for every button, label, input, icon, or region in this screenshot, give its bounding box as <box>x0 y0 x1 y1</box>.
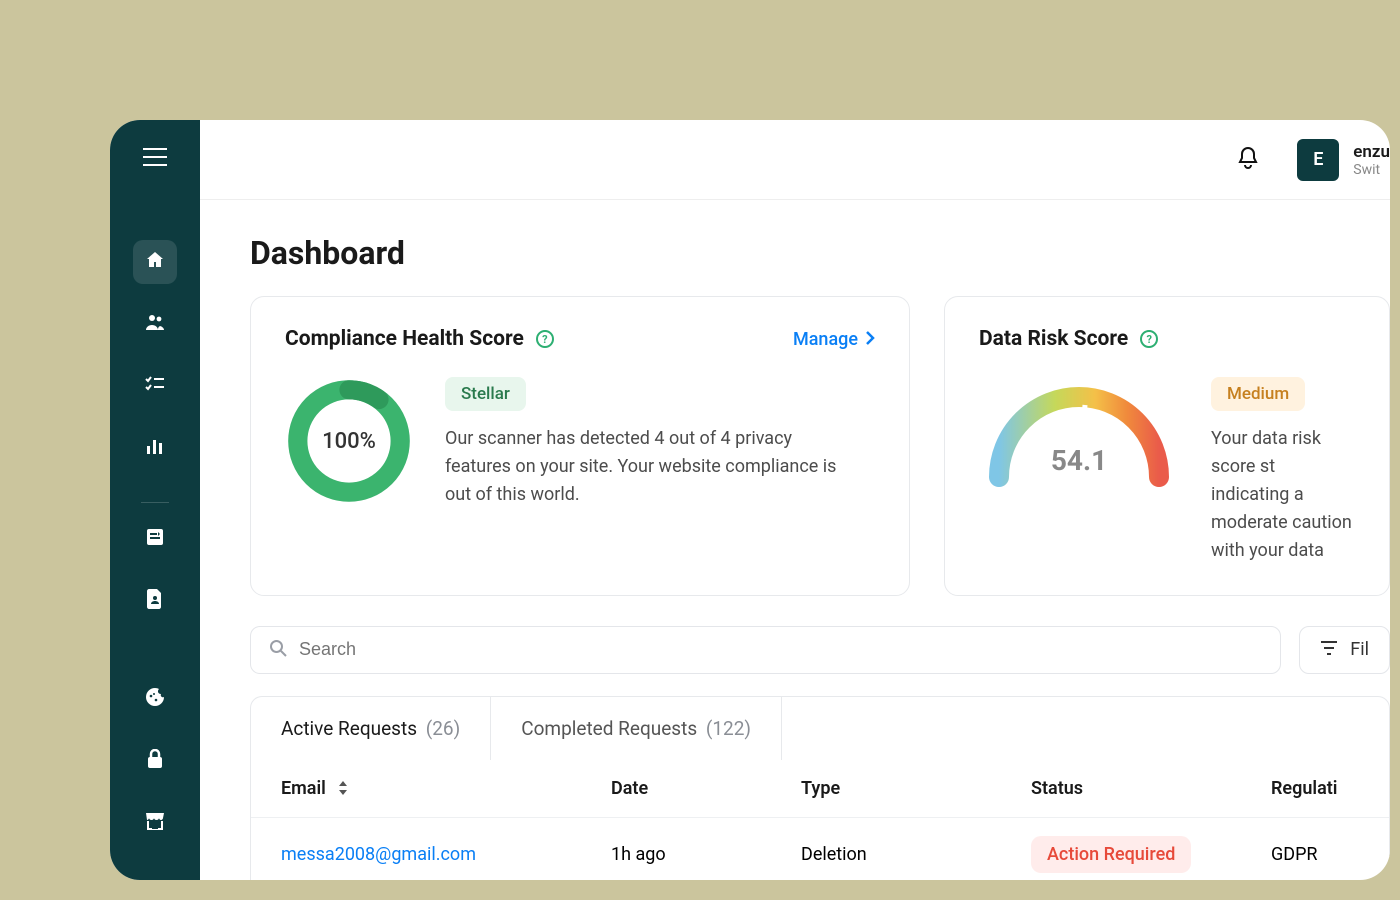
risk-badge: Medium <box>1211 377 1305 411</box>
compliance-percent: 100% <box>285 377 413 505</box>
request-tabs: Active Requests (26) Completed Requests … <box>250 696 1390 760</box>
compliance-donut-chart: 100% <box>285 377 413 505</box>
form-icon <box>146 528 164 550</box>
requests-table: Email Date Type Status Regulati messa200… <box>250 760 1390 880</box>
sidebar-item-security[interactable] <box>133 739 177 783</box>
sidebar <box>110 120 200 880</box>
search-input[interactable] <box>299 639 1262 660</box>
risk-card: Data Risk Score ? <box>944 296 1390 595</box>
search-box[interactable] <box>250 626 1281 674</box>
home-icon <box>145 250 165 274</box>
sidebar-item-cookies[interactable] <box>133 677 177 721</box>
help-icon[interactable]: ? <box>1140 330 1158 348</box>
main-area: E enzu Swit Dashboard Compliance Health … <box>200 120 1390 880</box>
filter-label: Fil <box>1350 639 1369 660</box>
cookie-icon <box>145 687 165 711</box>
sidebar-item-users[interactable] <box>133 302 177 346</box>
tab-completed-requests[interactable]: Completed Requests (122) <box>491 697 782 760</box>
app-window: E enzu Swit Dashboard Compliance Health … <box>110 120 1390 880</box>
sidebar-item-document[interactable] <box>133 579 177 623</box>
manage-link[interactable]: Manage <box>793 329 875 350</box>
topbar: E enzu Swit <box>200 120 1390 200</box>
status-badge: Action Required <box>1031 836 1191 873</box>
filter-icon <box>1320 639 1338 660</box>
compliance-text: Our scanner has detected 4 out of 4 priv… <box>445 425 845 509</box>
sort-icon <box>338 781 348 795</box>
help-icon[interactable]: ? <box>536 330 554 348</box>
store-icon <box>145 812 165 834</box>
lock-icon <box>147 749 163 773</box>
users-icon <box>145 313 165 335</box>
row-email[interactable]: messa2008@gmail.com <box>281 844 476 865</box>
checklist-icon <box>145 376 165 396</box>
compliance-title: Compliance Health Score <box>285 327 524 351</box>
chevron-right-icon <box>866 329 875 350</box>
risk-value: 54.1 <box>979 444 1179 477</box>
table-header-row: Email Date Type Status Regulati <box>251 760 1389 818</box>
sidebar-divider <box>141 502 169 503</box>
col-header-status[interactable]: Status <box>1031 778 1271 799</box>
col-header-email[interactable]: Email <box>281 778 611 799</box>
filter-button[interactable]: Fil <box>1299 626 1390 674</box>
row-date: 1h ago <box>611 844 801 865</box>
row-type: Deletion <box>801 844 1031 865</box>
sidebar-item-home[interactable] <box>133 240 177 284</box>
compliance-card: Compliance Health Score ? Manage <box>250 296 910 595</box>
col-header-regulation[interactable]: Regulati <box>1271 778 1359 799</box>
avatar: E <box>1297 139 1339 181</box>
risk-text: Your data risk score st indicating a mod… <box>1211 425 1355 564</box>
document-icon <box>147 589 163 613</box>
risk-title: Data Risk Score <box>979 327 1128 351</box>
col-header-date[interactable]: Date <box>611 778 801 799</box>
hamburger-menu-button[interactable] <box>143 148 167 170</box>
manage-label: Manage <box>793 329 858 350</box>
notifications-button[interactable] <box>1237 146 1259 174</box>
row-regulation: GDPR <box>1271 844 1359 865</box>
col-header-type[interactable]: Type <box>801 778 1031 799</box>
sidebar-item-forms[interactable] <box>133 517 177 561</box>
sidebar-item-tasks[interactable] <box>133 364 177 408</box>
user-menu[interactable]: E enzu Swit <box>1297 139 1390 181</box>
sidebar-item-analytics[interactable] <box>133 426 177 470</box>
sidebar-item-store[interactable] <box>133 801 177 845</box>
bar-chart-icon <box>146 437 164 459</box>
user-subtitle: Swit <box>1353 162 1390 178</box>
tab-active-requests[interactable]: Active Requests (26) <box>251 697 491 760</box>
table-row[interactable]: messa2008@gmail.com 1h ago Deletion Acti… <box>251 818 1389 880</box>
page-title: Dashboard <box>250 234 1390 272</box>
search-icon <box>269 639 287 661</box>
compliance-badge: Stellar <box>445 377 526 411</box>
user-name: enzu <box>1353 142 1390 162</box>
risk-gauge-chart: 54.1 <box>979 377 1179 487</box>
